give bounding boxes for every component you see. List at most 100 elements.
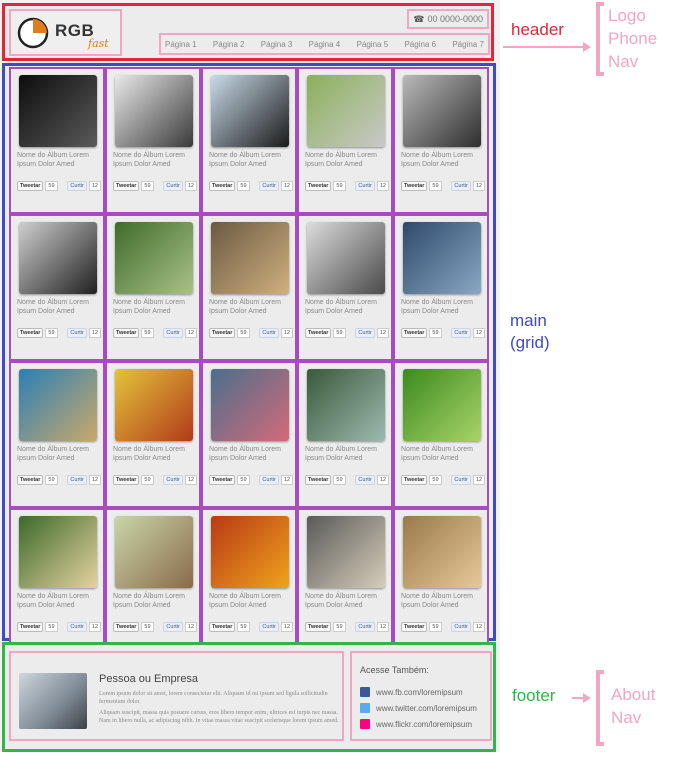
album-thumbnail[interactable] (211, 75, 289, 147)
tweet-button[interactable]: Tweetar (401, 328, 428, 338)
album-thumbnail[interactable] (403, 222, 481, 294)
album-thumbnail[interactable] (211, 222, 289, 294)
tweet-button[interactable]: Tweetar (305, 328, 332, 338)
like-button[interactable]: Curtir (355, 328, 375, 338)
like-count: 12 (376, 328, 389, 338)
like-count: 12 (280, 475, 293, 485)
album-title[interactable]: Nome do Álbum Lorem Ipsum Dolor Amed (17, 298, 103, 316)
like-button[interactable]: Curtir (163, 328, 183, 338)
album-thumbnail[interactable] (307, 75, 385, 147)
like-button[interactable]: Curtir (355, 475, 375, 485)
share-actions: Tweetar 59 Curtir 12 (305, 181, 389, 191)
album-title[interactable]: Nome do Álbum Lorem Ipsum Dolor Amed (209, 592, 295, 610)
tweet-button[interactable]: Tweetar (209, 475, 236, 485)
like-button[interactable]: Curtir (451, 622, 471, 632)
tweet-button[interactable]: Tweetar (401, 181, 428, 191)
tweet-button[interactable]: Tweetar (305, 181, 332, 191)
nav-item-pagina-1[interactable]: Página 1 (165, 40, 197, 49)
tweet-button[interactable]: Tweetar (209, 181, 236, 191)
tweet-button[interactable]: Tweetar (113, 475, 140, 485)
tweet-button[interactable]: Tweetar (305, 475, 332, 485)
like-button[interactable]: Curtir (259, 181, 279, 191)
album-title[interactable]: Nome do Álbum Lorem Ipsum Dolor Amed (305, 592, 391, 610)
album-title[interactable]: Nome do Álbum Lorem Ipsum Dolor Amed (401, 151, 487, 169)
album-thumbnail[interactable] (403, 75, 481, 147)
tweet-button[interactable]: Tweetar (209, 622, 236, 632)
album-title[interactable]: Nome do Álbum Lorem Ipsum Dolor Amed (17, 592, 103, 610)
album-thumbnail[interactable] (211, 516, 289, 588)
footer-link-twitter[interactable]: www.twitter.com/loremipsum (360, 703, 477, 713)
album-thumbnail[interactable] (307, 516, 385, 588)
album-thumbnail[interactable] (115, 75, 193, 147)
album-thumbnail[interactable] (307, 222, 385, 294)
album-title[interactable]: Nome do Álbum Lorem Ipsum Dolor Amed (209, 151, 295, 169)
album-title[interactable]: Nome do Álbum Lorem Ipsum Dolor Amed (113, 592, 199, 610)
like-button[interactable]: Curtir (259, 328, 279, 338)
like-button[interactable]: Curtir (163, 475, 183, 485)
album-title[interactable]: Nome do Álbum Lorem Ipsum Dolor Amed (17, 445, 103, 463)
tweet-button[interactable]: Tweetar (17, 181, 44, 191)
annotation-main-line-2: (grid) (510, 333, 550, 352)
nav-item-pagina-2[interactable]: Página 2 (213, 40, 245, 49)
nav-item-pagina-3[interactable]: Página 3 (261, 40, 293, 49)
tweet-button[interactable]: Tweetar (17, 328, 44, 338)
tweet-button[interactable]: Tweetar (113, 622, 140, 632)
nav-item-pagina-6[interactable]: Página 6 (404, 40, 436, 49)
tweet-button[interactable]: Tweetar (17, 475, 44, 485)
album-thumbnail[interactable] (19, 516, 97, 588)
tweet-button[interactable]: Tweetar (113, 181, 140, 191)
like-button[interactable]: Curtir (67, 181, 87, 191)
tweet-button[interactable]: Tweetar (113, 328, 140, 338)
tweet-button[interactable]: Tweetar (401, 622, 428, 632)
album-title[interactable]: Nome do Álbum Lorem Ipsum Dolor Amed (401, 445, 487, 463)
album-title[interactable]: Nome do Álbum Lorem Ipsum Dolor Amed (17, 151, 103, 169)
footer-link-flickr[interactable]: www.flickr.com/loremipsum (360, 719, 472, 729)
like-button[interactable]: Curtir (163, 622, 183, 632)
share-actions: Tweetar 59 Curtir 12 (17, 328, 101, 338)
tweet-button[interactable]: Tweetar (17, 622, 44, 632)
album-title[interactable]: Nome do Álbum Lorem Ipsum Dolor Amed (113, 445, 199, 463)
album-thumbnail[interactable] (115, 369, 193, 441)
album-thumbnail[interactable] (211, 369, 289, 441)
like-button[interactable]: Curtir (451, 181, 471, 191)
phone-number: 00 0000-0000 (427, 14, 483, 24)
like-button[interactable]: Curtir (67, 328, 87, 338)
album-title[interactable]: Nome do Álbum Lorem Ipsum Dolor Amed (401, 298, 487, 316)
album-thumbnail[interactable] (115, 516, 193, 588)
album-thumbnail[interactable] (403, 369, 481, 441)
like-button[interactable]: Curtir (259, 475, 279, 485)
like-button[interactable]: Curtir (355, 622, 375, 632)
album-title[interactable]: Nome do Álbum Lorem Ipsum Dolor Amed (113, 151, 199, 169)
nav-item-pagina-4[interactable]: Página 4 (309, 40, 341, 49)
album-thumbnail[interactable] (19, 369, 97, 441)
album-thumbnail[interactable] (307, 369, 385, 441)
tweet-count: 59 (141, 622, 154, 632)
album-title[interactable]: Nome do Álbum Lorem Ipsum Dolor Amed (305, 151, 391, 169)
like-button[interactable]: Curtir (67, 475, 87, 485)
tweet-button[interactable]: Tweetar (401, 475, 428, 485)
album-thumbnail[interactable] (403, 516, 481, 588)
nav-item-pagina-7[interactable]: Página 7 (452, 40, 484, 49)
album-title[interactable]: Nome do Álbum Lorem Ipsum Dolor Amed (209, 298, 295, 316)
tweet-button[interactable]: Tweetar (305, 622, 332, 632)
logo[interactable]: RGB fast (9, 9, 122, 56)
footer-link-facebook[interactable]: www.fb.com/loremipsum (360, 687, 463, 697)
like-button[interactable]: Curtir (451, 328, 471, 338)
album-title[interactable]: Nome do Álbum Lorem Ipsum Dolor Amed (305, 445, 391, 463)
album-title[interactable]: Nome do Álbum Lorem Ipsum Dolor Amed (305, 298, 391, 316)
album-title[interactable]: Nome do Álbum Lorem Ipsum Dolor Amed (113, 298, 199, 316)
like-button[interactable]: Curtir (355, 181, 375, 191)
album-card: Nome do Álbum Lorem Ipsum Dolor Amed Twee… (9, 67, 105, 214)
tweet-button[interactable]: Tweetar (209, 328, 236, 338)
album-title[interactable]: Nome do Álbum Lorem Ipsum Dolor Amed (401, 592, 487, 610)
like-button[interactable]: Curtir (67, 622, 87, 632)
album-card: Nome do Álbum Lorem Ipsum Dolor Amed Twee… (105, 361, 201, 508)
nav-item-pagina-5[interactable]: Página 5 (357, 40, 389, 49)
album-thumbnail[interactable] (19, 75, 97, 147)
like-button[interactable]: Curtir (163, 181, 183, 191)
album-thumbnail[interactable] (19, 222, 97, 294)
like-button[interactable]: Curtir (259, 622, 279, 632)
like-button[interactable]: Curtir (451, 475, 471, 485)
album-title[interactable]: Nome do Álbum Lorem Ipsum Dolor Amed (209, 445, 295, 463)
album-thumbnail[interactable] (115, 222, 193, 294)
